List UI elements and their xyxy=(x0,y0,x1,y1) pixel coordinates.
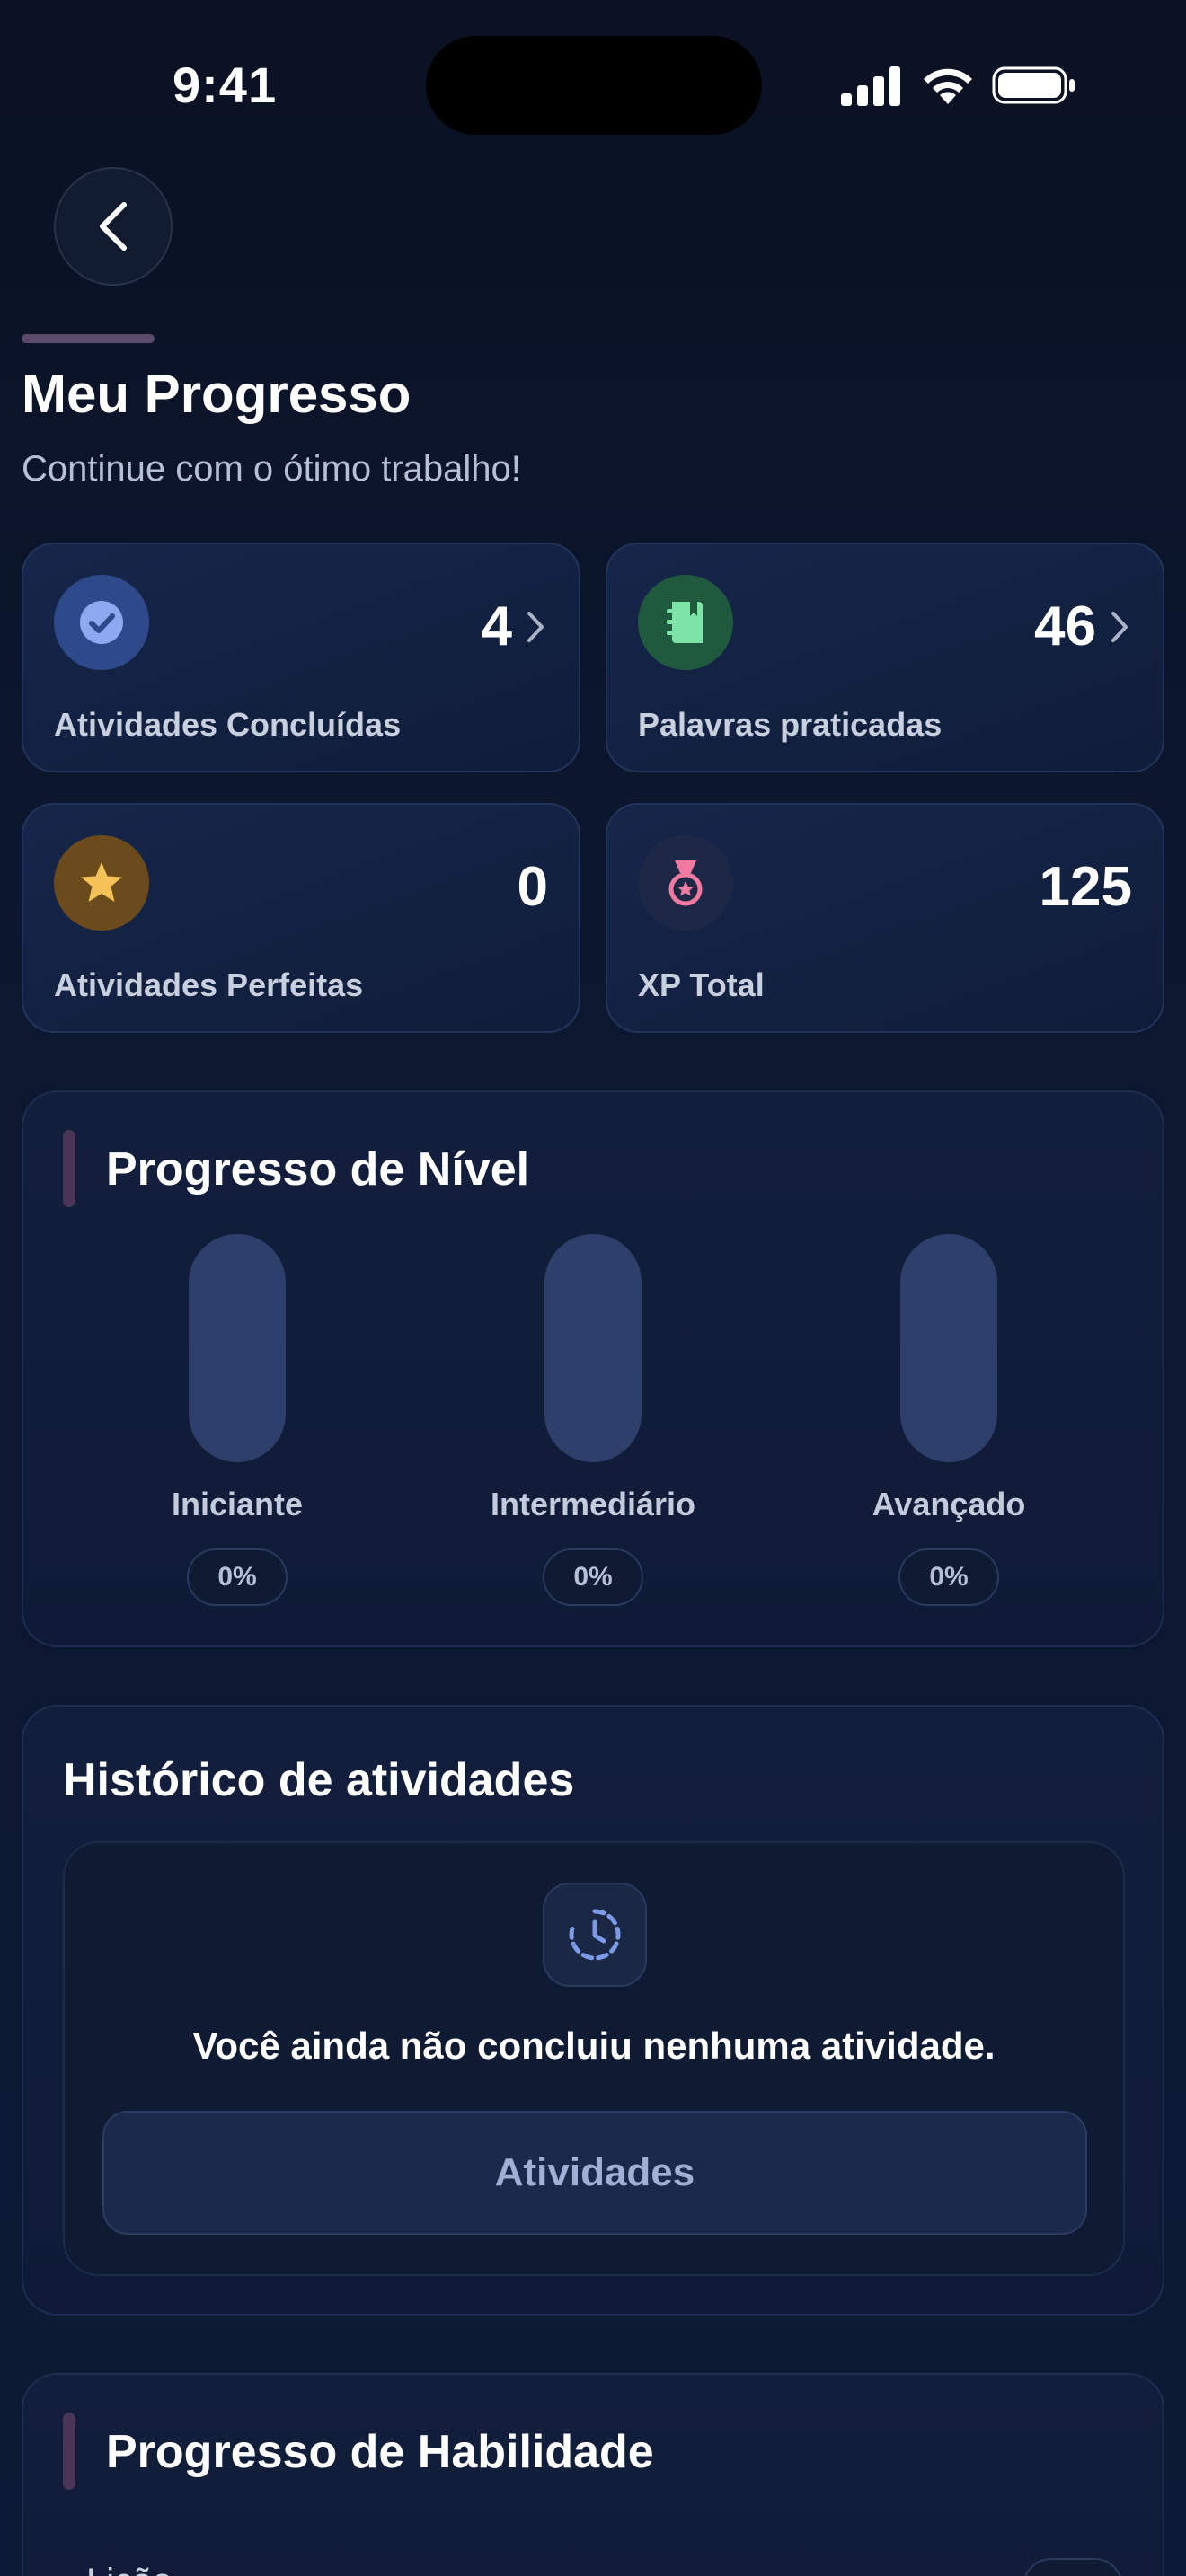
check-circle-icon xyxy=(54,575,149,670)
skill-percent-badge: 0% xyxy=(1022,2558,1123,2576)
level-progress-bar xyxy=(544,1234,642,1462)
level-progress-bar xyxy=(189,1234,286,1462)
stat-label: Atividades Concluídas xyxy=(54,706,402,743)
chevron-left-icon xyxy=(100,202,127,251)
activity-history-title: Histórico de atividades xyxy=(63,1754,575,1806)
level-name: Iniciante xyxy=(171,1486,304,1522)
title-accent-line xyxy=(22,334,155,343)
wifi-icon xyxy=(924,68,972,104)
notebook-icon xyxy=(638,575,733,670)
activity-history-empty-state: Você ainda não concluiu nenhuma atividad… xyxy=(63,1841,1125,2276)
stat-label: Palavras praticadas xyxy=(638,706,943,743)
level-name: Avançado xyxy=(872,1486,1026,1522)
skill-progress-panel: Progresso de Habilidade Lição 0% xyxy=(22,2373,1164,2576)
level-percent-badge: 0% xyxy=(187,1548,288,1606)
level-progress-bar xyxy=(900,1234,997,1462)
level-item-advanced: Avançado 0% xyxy=(814,1234,1084,1611)
level-item-beginner: Iniciante 0% xyxy=(102,1234,372,1611)
stat-value: 125 xyxy=(1039,856,1132,918)
chevron-right-icon xyxy=(1111,611,1128,642)
stat-card-total-xp: 125 XP Total xyxy=(606,803,1164,1033)
progress-screen: 9:41 Meu Progresso Continue com o ótimo … xyxy=(0,0,1186,2576)
stat-label: Atividades Perfeitas xyxy=(54,966,364,1003)
level-progress-panel: Progresso de Nível Iniciante 0% Intermed… xyxy=(22,1090,1164,1647)
level-name: Intermediário xyxy=(490,1486,696,1522)
skill-progress-title: Progresso de Habilidade xyxy=(106,2426,654,2478)
panel-accent-bar xyxy=(63,2413,75,2490)
level-percent-badge: 0% xyxy=(898,1548,999,1606)
panel-accent-bar xyxy=(63,1130,75,1207)
empty-state-message: Você ainda não concluiu nenhuma atividad… xyxy=(192,2025,996,2067)
stat-card-perfect-activities: 0 Atividades Perfeitas xyxy=(22,803,580,1033)
level-progress-title: Progresso de Nível xyxy=(106,1143,530,1195)
back-button[interactable] xyxy=(54,167,173,286)
page-subtitle: Continue com o ótimo trabalho! xyxy=(22,449,521,489)
clock-history-icon xyxy=(543,1883,647,1987)
signal-icon xyxy=(841,66,900,106)
level-percent-badge: 0% xyxy=(543,1548,643,1606)
status-bar: 9:41 xyxy=(0,0,1186,171)
stat-value: 46 xyxy=(1034,595,1130,658)
skill-item-name: Lição xyxy=(86,2562,173,2576)
stat-label: XP Total xyxy=(638,966,765,1003)
star-icon xyxy=(54,835,149,931)
stat-value: 0 xyxy=(517,856,548,918)
stat-value: 4 xyxy=(482,595,546,658)
stat-card-completed-activities[interactable]: 4 Atividades Concluídas xyxy=(22,543,580,772)
battery-icon xyxy=(992,66,1075,104)
dynamic-island xyxy=(426,36,762,135)
chevron-right-icon xyxy=(527,611,544,642)
level-item-intermediate: Intermediário 0% xyxy=(458,1234,728,1611)
activities-button[interactable]: Atividades xyxy=(102,2111,1087,2235)
medal-icon xyxy=(638,835,733,931)
activity-history-panel: Histórico de atividades Você ainda não c… xyxy=(22,1705,1164,2316)
stat-card-words-practiced[interactable]: 46 Palavras praticadas xyxy=(606,543,1164,772)
status-time: 9:41 xyxy=(173,57,278,113)
page-title: Meu Progresso xyxy=(22,364,412,424)
